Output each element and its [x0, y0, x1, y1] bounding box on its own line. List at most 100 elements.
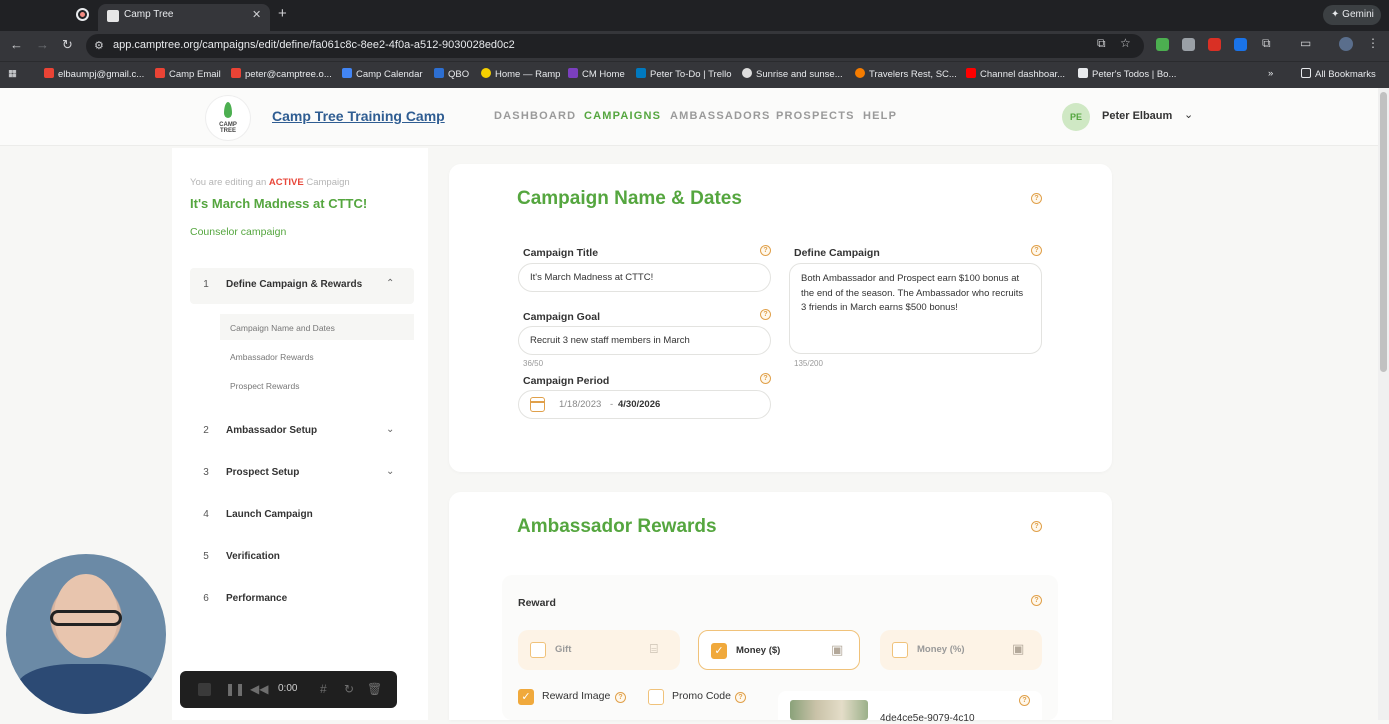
help-icon[interactable]: ? — [1031, 521, 1042, 532]
camp-tree-logo[interactable]: CAMP TREE — [206, 96, 250, 140]
step-define-campaign[interactable]: 1 Define Campaign & Rewards ⌃ — [190, 268, 414, 304]
nav-prospects[interactable]: PROSPECTS — [776, 110, 855, 122]
url-text[interactable]: app.camptree.org/campaigns/edit/define/f… — [113, 39, 515, 51]
campaign-title-input[interactable]: It's March Madness at CTTC! — [518, 263, 771, 292]
substep-campaign-name-dates[interactable]: Campaign Name and Dates — [220, 314, 414, 340]
help-icon[interactable]: ? — [760, 245, 771, 256]
scrollbar-thumb[interactable] — [1380, 92, 1387, 372]
bookmark-item[interactable]: QBO — [434, 68, 469, 80]
user-avatar[interactable]: PE — [1062, 103, 1090, 131]
rewind-icon[interactable]: ◀◀ — [250, 682, 268, 696]
address-bar[interactable]: ⚙ app.camptree.org/campaigns/edit/define… — [86, 34, 1144, 58]
reward-image-checkbox[interactable]: ✓ — [518, 689, 534, 705]
substep-ambassador-rewards[interactable]: Ambassador Rewards — [220, 343, 414, 369]
camp-name-link[interactable]: Camp Tree Training Camp — [272, 108, 445, 124]
goal-char-counter: 36/50 — [523, 359, 544, 368]
bookmark-item[interactable]: Home — Ramp — [481, 68, 560, 80]
chevron-down-icon[interactable]: ⌄ — [386, 424, 394, 435]
pause-icon[interactable]: ❚❚ — [225, 682, 245, 696]
site-info-icon[interactable]: ⚙ — [94, 39, 104, 52]
browser-tab[interactable]: Camp Tree ✕ — [98, 4, 270, 31]
stop-recording-icon[interactable] — [198, 683, 211, 696]
bookmark-item[interactable]: Sunrise and sunse... — [742, 68, 843, 80]
help-icon[interactable]: ? — [760, 373, 771, 384]
nav-ambassadors[interactable]: AMBASSADORS — [670, 110, 771, 122]
help-icon[interactable]: ? — [1031, 595, 1042, 606]
step-ambassador-setup[interactable]: 2 Ambassador Setup ⌄ — [190, 414, 414, 450]
user-name[interactable]: Peter Elbaum — [1102, 110, 1172, 122]
logo-text: CAMP TREE — [219, 122, 237, 134]
forward-icon[interactable]: → — [36, 37, 49, 52]
bookmark-item[interactable]: Peter To-Do | Trello — [636, 68, 732, 80]
gift-checkbox[interactable] — [530, 642, 546, 658]
substep-prospect-rewards[interactable]: Prospect Rewards — [220, 372, 414, 398]
more-bookmarks-icon[interactable]: » — [1268, 68, 1273, 79]
step-label: Ambassador Setup — [226, 425, 318, 436]
page-scrollbar[interactable] — [1378, 88, 1389, 720]
bookmark-item[interactable]: Camp Email — [155, 68, 221, 80]
apps-grid-icon[interactable]: ▦ — [8, 68, 17, 79]
chevron-up-icon[interactable]: ⌃ — [386, 278, 394, 289]
reload-icon[interactable]: ↻ — [62, 37, 73, 53]
extension-1-icon[interactable] — [1156, 38, 1169, 51]
step-launch-campaign[interactable]: 4 Launch Campaign — [190, 498, 414, 534]
back-icon[interactable]: ← — [10, 37, 23, 52]
campaign-goal-input[interactable]: Recruit 3 new staff members in March — [518, 326, 771, 355]
nav-dashboard[interactable]: DASHBOARD — [494, 110, 576, 122]
bookmark-item[interactable]: elbaumpj@gmail.c... — [44, 68, 144, 80]
bookmark-item[interactable]: peter@camptree.o... — [231, 68, 332, 80]
step-prospect-setup[interactable]: 3 Prospect Setup ⌄ — [190, 456, 414, 492]
reward-option-money-dollar[interactable]: ✓ Money ($) ▣ — [698, 630, 860, 670]
campaign-period-input[interactable]: 1/18/2023 - 4/30/2026 — [518, 390, 771, 419]
notion-icon — [1078, 68, 1088, 78]
calendar-icon[interactable] — [530, 397, 545, 412]
reward-option-money-percent[interactable]: Money (%) ▣ — [880, 630, 1042, 670]
bookmark-item[interactable]: Channel dashboar... — [966, 68, 1065, 80]
promo-code-checkbox[interactable] — [648, 689, 664, 705]
sun-icon — [742, 68, 752, 78]
money-percent-checkbox[interactable] — [892, 642, 908, 658]
reward-image-preview[interactable]: 4de4ce5e-9079-4c10 ? — [778, 691, 1042, 724]
gemini-label: Gemini — [1342, 9, 1374, 20]
profile-avatar-icon[interactable] — [1339, 37, 1353, 51]
help-icon[interactable]: ? — [1031, 193, 1042, 204]
define-campaign-textarea[interactable]: Both Ambassador and Prospect earn $100 b… — [789, 263, 1042, 354]
nav-campaigns[interactable]: CAMPAIGNS — [584, 110, 661, 122]
help-icon[interactable]: ? — [1019, 695, 1030, 706]
bookmark-item[interactable]: CM Home — [568, 68, 625, 80]
help-icon[interactable]: ? — [735, 692, 746, 703]
step-verification[interactable]: 5 Verification — [190, 540, 414, 576]
chevron-down-icon[interactable]: ⌄ — [1184, 108, 1193, 121]
install-app-icon[interactable]: ⧉ — [1097, 36, 1106, 51]
step-label: Define Campaign & Rewards — [226, 279, 363, 290]
gemini-button[interactable]: ✦ Gemini — [1323, 5, 1381, 25]
money-dollar-checkbox[interactable]: ✓ — [711, 643, 727, 659]
chevron-down-icon[interactable]: ⌄ — [386, 466, 394, 477]
help-icon[interactable]: ? — [1031, 245, 1042, 256]
trash-icon[interactable]: 🗑 — [367, 682, 382, 696]
all-bookmarks[interactable]: All Bookmarks — [1301, 68, 1376, 80]
help-icon[interactable]: ? — [760, 309, 771, 320]
extensions-puzzle-icon[interactable]: ⧉ — [1262, 36, 1271, 51]
extension-2-icon[interactable] — [1182, 38, 1195, 51]
bookmark-star-icon[interactable]: ☆ — [1120, 36, 1131, 50]
step-performance[interactable]: 6 Performance — [190, 582, 414, 618]
bookmark-item[interactable]: Peter's Todos | Bo... — [1078, 68, 1176, 80]
grid-icon[interactable]: # — [320, 682, 327, 696]
step-number: 4 — [203, 509, 209, 520]
extension-4-icon[interactable] — [1234, 38, 1247, 51]
close-tab-icon[interactable]: ✕ — [252, 8, 261, 21]
nav-help[interactable]: HELP — [863, 110, 897, 122]
extension-3-icon[interactable] — [1208, 38, 1221, 51]
tree-leaf-icon — [224, 102, 232, 118]
restart-icon[interactable]: ↻ — [344, 682, 354, 696]
browser-menu-icon[interactable]: ⋮ — [1367, 36, 1379, 50]
bookmark-item[interactable]: Camp Calendar — [342, 68, 423, 80]
bookmark-item[interactable]: Travelers Rest, SC... — [855, 68, 957, 80]
gift-icon: ⌸ — [650, 641, 658, 656]
help-icon[interactable]: ? — [615, 692, 626, 703]
side-panel-icon[interactable]: ▭ — [1300, 36, 1311, 50]
new-tab-icon[interactable]: + — [278, 5, 287, 22]
reward-option-gift[interactable]: Gift ⌸ — [518, 630, 680, 670]
define-char-counter: 135/200 — [794, 359, 823, 368]
